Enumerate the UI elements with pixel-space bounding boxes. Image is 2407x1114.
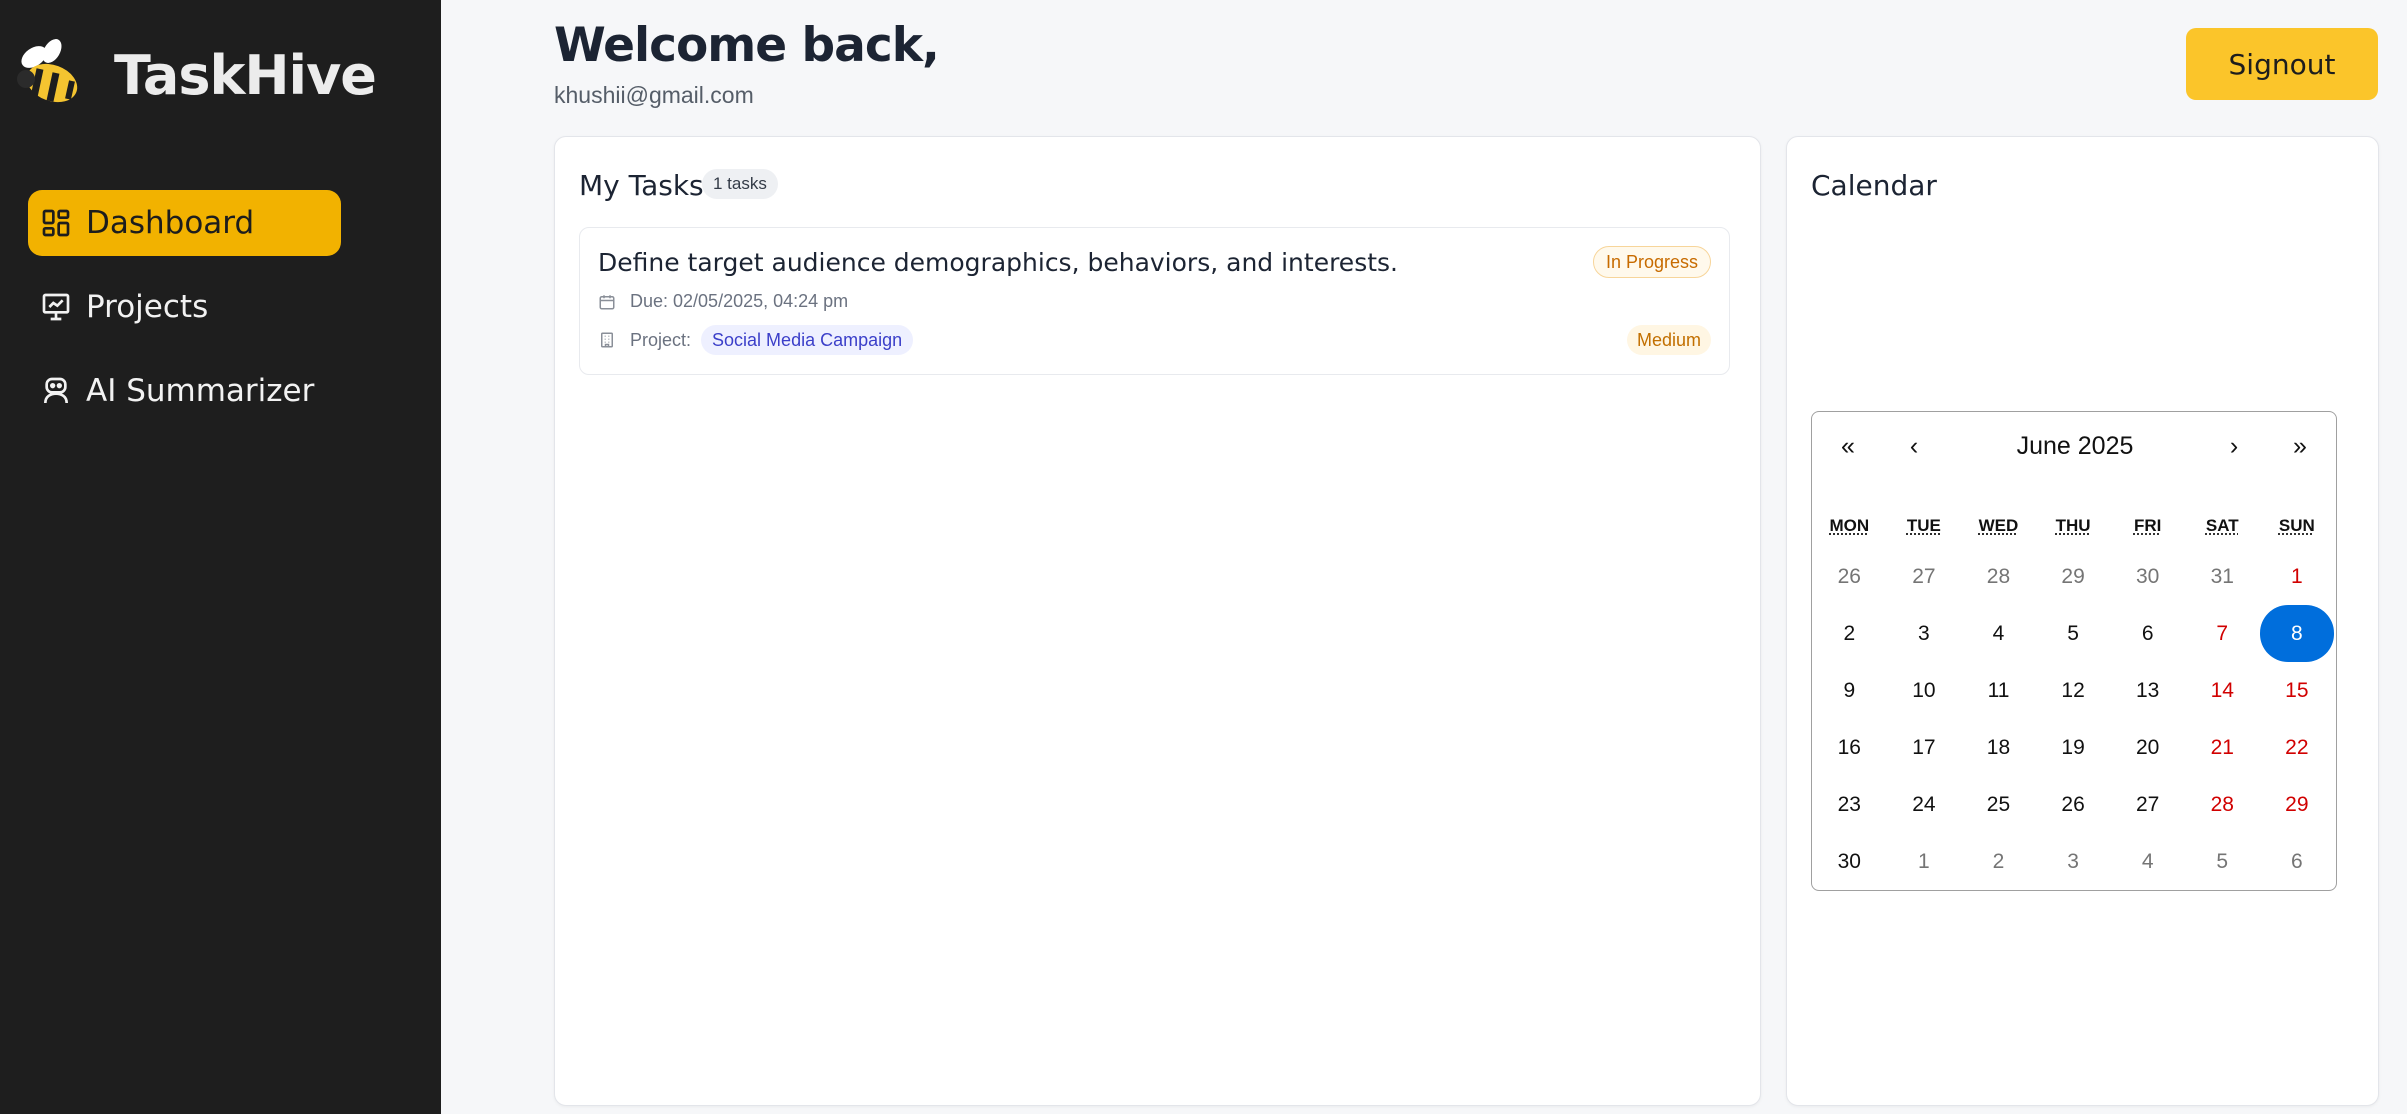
user-email: khushii@gmail.com (554, 82, 754, 108)
calendar-day[interactable]: 29 (2036, 548, 2111, 605)
calendar-day[interactable]: 24 (1887, 776, 1962, 833)
signout-button[interactable]: Signout (2186, 28, 2378, 100)
presentation-chart-icon (42, 293, 70, 321)
sidebar-nav: Dashboard Projects AI Summarizer (28, 190, 341, 442)
calendar-day[interactable]: 12 (2036, 662, 2111, 719)
calendar-day[interactable]: 23 (1812, 776, 1887, 833)
my-tasks-title: My Tasks (579, 169, 704, 202)
task-project: Project: Social Media Campaign (598, 325, 914, 355)
calendar-day[interactable]: 19 (2036, 719, 2111, 776)
calendar-day-selected[interactable]: 8 (2259, 605, 2335, 662)
sidebar-item-label: AI Summarizer (86, 373, 315, 409)
calendar-day[interactable]: 18 (1961, 719, 2036, 776)
sidebar-item-ai-summarizer[interactable]: AI Summarizer (28, 358, 341, 424)
calendar-day[interactable]: 1 (2260, 548, 2335, 605)
calendar-day[interactable]: 10 (1887, 662, 1962, 719)
calendar-day[interactable]: 28 (1961, 548, 2036, 605)
next-month-button[interactable]: › (2212, 422, 2256, 470)
calendar-day[interactable]: 17 (1887, 719, 1962, 776)
calendar-day[interactable]: 9 (1812, 662, 1887, 719)
calendar-day[interactable]: 25 (1961, 776, 2036, 833)
task-item[interactable]: Define target audience demographics, beh… (579, 227, 1730, 375)
weekday-label: THU (2055, 516, 2091, 535)
calendar-day[interactable]: 26 (2036, 776, 2111, 833)
calendar-day[interactable]: 4 (1961, 605, 2036, 662)
weekday-header: MON TUE WED THU FRI SAT SUN (1812, 516, 2338, 536)
calendar-day[interactable]: 6 (2260, 833, 2335, 890)
sidebar-item-dashboard[interactable]: Dashboard (28, 190, 341, 256)
calendar-icon (599, 294, 615, 309)
calendar-title: Calendar (1811, 169, 1937, 202)
logo[interactable]: TaskHive (12, 30, 377, 120)
calendar-day[interactable]: 20 (2110, 719, 2185, 776)
calendar-days-grid: 26 27 28 29 30 31 1 2 3 4 5 6 7 8 9 10 1… (1812, 548, 2338, 890)
project-label: Project: (630, 329, 692, 350)
calendar-card: Calendar « ‹ June 2025 › » MON TUE WED T… (1786, 136, 2379, 1106)
weekday-label: SAT (2205, 516, 2239, 535)
calendar-day[interactable]: 6 (2110, 605, 2185, 662)
task-title: Define target audience demographics, beh… (598, 248, 1398, 277)
robot-icon (44, 377, 68, 404)
calendar-day[interactable]: 3 (1887, 605, 1962, 662)
priority-badge: Medium (1626, 325, 1711, 355)
calendar-navigation: « ‹ June 2025 › » (1812, 412, 2336, 482)
calendar-day[interactable]: 5 (2185, 833, 2260, 890)
sidebar-item-projects[interactable]: Projects (28, 274, 341, 340)
status-badge: In Progress (1592, 246, 1711, 278)
selected-day-label: 8 (2259, 605, 2335, 662)
calendar-day[interactable]: 2 (1961, 833, 2036, 890)
calendar-day[interactable]: 29 (2260, 776, 2335, 833)
calendar-day[interactable]: 28 (2185, 776, 2260, 833)
my-tasks-card: My Tasks 1 tasks Define target audience … (554, 136, 1761, 1106)
task-due: Due: 02/05/2025, 04:24 pm (598, 291, 848, 312)
app-name: TaskHive (114, 43, 377, 107)
calendar-day[interactable]: 13 (2110, 662, 2185, 719)
sidebar-item-label: Projects (86, 289, 209, 325)
next-year-button[interactable]: » (2278, 422, 2322, 470)
calendar-day[interactable]: 27 (2110, 776, 2185, 833)
calendar-day[interactable]: 2 (1812, 605, 1887, 662)
weekday-label: SUN (2278, 516, 2315, 535)
calendar-day[interactable]: 4 (2110, 833, 2185, 890)
prev-year-button[interactable]: « (1826, 422, 1870, 470)
calendar-day[interactable]: 30 (2110, 548, 2185, 605)
calendar-day[interactable]: 7 (2185, 605, 2260, 662)
calendar-widget: « ‹ June 2025 › » MON TUE WED THU FRI SA… (1811, 411, 2337, 891)
page-title: Welcome back, (554, 18, 940, 73)
task-due-text: Due: 02/05/2025, 04:24 pm (630, 291, 849, 311)
task-count-badge: 1 tasks (702, 169, 778, 199)
calendar-day[interactable]: 15 (2260, 662, 2335, 719)
main-content: Welcome back, khushii@gmail.com Signout … (441, 0, 2407, 1114)
calendar-day[interactable]: 22 (2260, 719, 2335, 776)
calendar-day[interactable]: 21 (2185, 719, 2260, 776)
bee-logo-icon (17, 39, 78, 103)
calendar-day[interactable]: 26 (1812, 548, 1887, 605)
calendar-day[interactable]: 14 (2185, 662, 2260, 719)
sidebar-item-label: Dashboard (86, 205, 255, 241)
calendar-day[interactable]: 5 (2036, 605, 2111, 662)
month-label-button[interactable]: June 2025 (1952, 422, 2198, 470)
building-icon (601, 332, 613, 348)
calendar-day[interactable]: 11 (1961, 662, 2036, 719)
calendar-day[interactable]: 3 (2036, 833, 2111, 890)
calendar-day[interactable]: 1 (1887, 833, 1962, 890)
weekday-label: TUE (1906, 516, 1941, 535)
sidebar: TaskHive Dashboard Projects AI Summarize… (0, 0, 441, 1114)
calendar-day[interactable]: 30 (1812, 833, 1887, 890)
calendar-day[interactable]: 16 (1812, 719, 1887, 776)
weekday-label: FRI (2133, 516, 2162, 535)
project-chip[interactable]: Social Media Campaign (701, 325, 914, 355)
dashboard-grid-icon (42, 209, 70, 237)
weekday-label: MON (1829, 516, 1870, 535)
prev-month-button[interactable]: ‹ (1892, 422, 1936, 470)
calendar-day[interactable]: 27 (1887, 548, 1962, 605)
calendar-day[interactable]: 31 (2185, 548, 2260, 605)
weekday-label: WED (1978, 516, 2019, 535)
